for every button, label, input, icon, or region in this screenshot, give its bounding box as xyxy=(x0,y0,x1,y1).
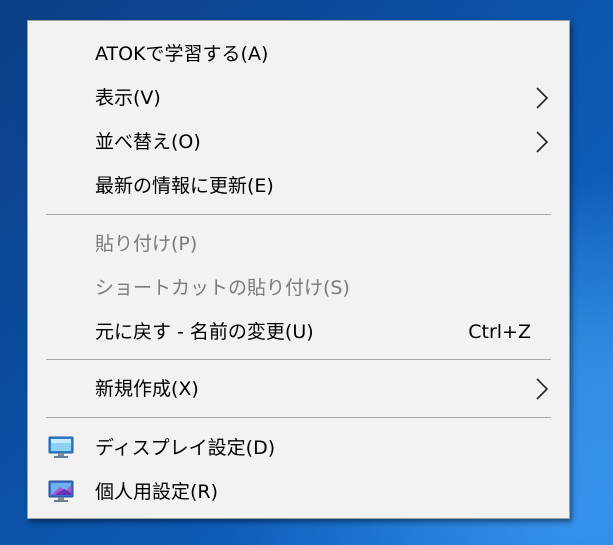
menu-item-new[interactable]: 新規作成(X) xyxy=(28,367,569,411)
chevron-right-icon xyxy=(536,378,549,400)
chevron-right-icon xyxy=(536,87,549,109)
menu-item-atok-learn[interactable]: ATOKで学習する(A) xyxy=(28,32,569,76)
menu-item-label: 新規作成(X) xyxy=(95,377,199,400)
menu-item-personalize[interactable]: 個人用設定(R) xyxy=(28,470,569,514)
menu-item-undo-rename[interactable]: 元に戻す - 名前の変更(U) Ctrl+Z xyxy=(28,310,569,354)
menu-item-label: 表示(V) xyxy=(95,86,161,109)
menu-item-label: ディスプレイ設定(D) xyxy=(95,436,276,459)
menu-item-label: 貼り付け(P) xyxy=(95,232,198,255)
chevron-right-icon xyxy=(536,131,549,153)
menu-item-paste[interactable]: 貼り付け(P) xyxy=(28,222,569,266)
menu-item-shortcut: Ctrl+Z xyxy=(468,320,531,343)
menu-item-label: 個人用設定(R) xyxy=(95,480,219,503)
personalize-icon xyxy=(48,480,74,502)
menu-item-label: ショートカットの貼り付け(S) xyxy=(95,276,350,299)
menu-item-label: 並べ替え(O) xyxy=(95,130,201,153)
menu-item-label: ATOKで学習する(A) xyxy=(95,42,269,65)
menu-item-label: 最新の情報に更新(E) xyxy=(95,174,274,197)
menu-separator xyxy=(46,417,551,418)
menu-separator xyxy=(46,214,551,215)
menu-item-paste-shortcut[interactable]: ショートカットの貼り付け(S) xyxy=(28,266,569,310)
menu-separator xyxy=(46,359,551,360)
menu-item-sort[interactable]: 並べ替え(O) xyxy=(28,120,569,164)
menu-item-display-settings[interactable]: ディスプレイ設定(D) xyxy=(28,426,569,470)
display-settings-icon xyxy=(48,436,74,458)
menu-item-refresh[interactable]: 最新の情報に更新(E) xyxy=(28,164,569,208)
menu-item-view[interactable]: 表示(V) xyxy=(28,76,569,120)
menu-item-label: 元に戻す - 名前の変更(U) xyxy=(95,320,314,343)
context-menu: ATOKで学習する(A) 表示(V) 並べ替え(O) 最新の情報に更新(E) 貼… xyxy=(27,20,570,519)
